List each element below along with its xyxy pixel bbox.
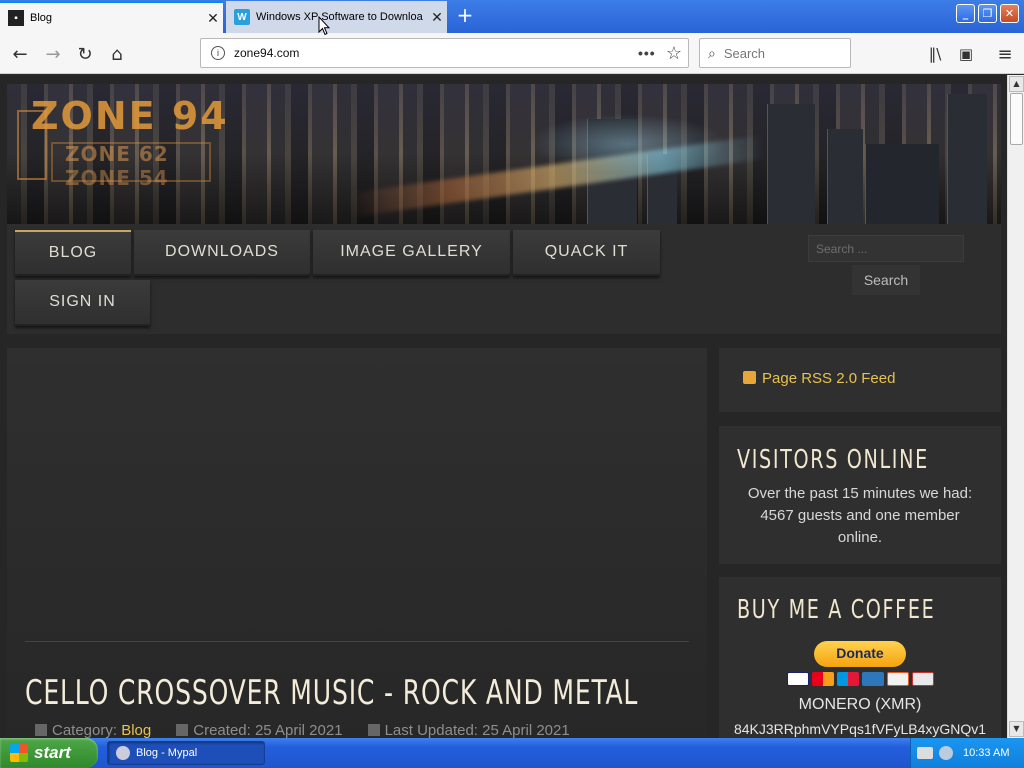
close-tab-icon[interactable]: ✕ — [427, 9, 447, 26]
nav-item-image-gallery[interactable]: IMAGE GALLERY — [313, 230, 510, 276]
tab-strip: ▪ Blog ✕ W Windows XP Software to Downlo… — [0, 0, 1024, 33]
logo-main-text: ZONE 94 — [31, 94, 229, 138]
category-label: Category: — [52, 722, 118, 738]
coffee-widget: BUY ME A COFFEE Donate MONERO (XMR) 84KJ… — [719, 577, 1001, 738]
start-button[interactable]: start — [0, 738, 98, 768]
divider — [25, 641, 689, 642]
widget-heading: VISITORS ONLINE — [737, 445, 929, 475]
w-favicon-icon: W — [234, 9, 250, 25]
address-bar[interactable]: i zone94.com ••• ☆ — [200, 38, 689, 68]
calendar-icon — [367, 724, 380, 736]
menu-icon[interactable]: ≡ — [992, 41, 1018, 67]
maestro-icon — [837, 672, 859, 686]
category-link[interactable]: Blog — [121, 722, 151, 738]
calendar-icon — [176, 724, 189, 736]
folder-icon — [35, 724, 47, 736]
start-label: start — [34, 743, 71, 762]
visitors-text: Over the past 15 minutes we had: 4567 gu… — [747, 485, 973, 546]
mypal-icon — [116, 746, 130, 760]
crypto-label: MONERO (XMR) — [798, 696, 922, 713]
visitors-widget: VISITORS ONLINE Over the past 15 minutes… — [719, 426, 1001, 564]
article-meta: Category: Blog Created: 25 April 2021 La… — [35, 722, 570, 738]
tab-title: Windows XP Software to Downloa — [256, 11, 423, 23]
taskbar-item-label: Blog - Mypal — [136, 747, 198, 759]
home-icon[interactable]: ⌂ — [104, 41, 130, 67]
nav-item-sign-in[interactable]: SIGN IN — [15, 280, 150, 326]
back-icon[interactable]: ← — [7, 41, 33, 67]
article-title[interactable]: CELLO CROSSOVER MUSIC - ROCK AND METAL — [25, 673, 638, 713]
visa-icon — [787, 672, 809, 686]
mouse-cursor-icon — [318, 16, 330, 36]
library-icon[interactable]: ‖\ — [922, 41, 948, 67]
windows-flag-icon — [10, 744, 28, 762]
scroll-down-icon[interactable]: ▼ — [1009, 721, 1024, 737]
network-icon[interactable] — [917, 747, 933, 759]
nav-item-quack-it[interactable]: QUACK IT — [513, 230, 660, 276]
volume-icon[interactable] — [939, 746, 953, 760]
payment-cards — [787, 672, 934, 686]
nav-item-blog[interactable]: BLOG — [15, 230, 131, 276]
page-viewport: ZONE 94 ZONE 62 ZONE 54 BLOG DOWNLOADS I… — [0, 75, 1007, 738]
logo-sub-text: ZONE 62 — [65, 142, 169, 166]
rss-icon — [743, 371, 756, 384]
search-icon: ⌕ — [708, 44, 716, 61]
reload-icon[interactable]: ↻ — [72, 41, 98, 67]
site-logo[interactable]: ZONE 94 ZONE 62 ZONE 54 — [17, 90, 257, 190]
search-placeholder: Search — [723, 45, 766, 61]
scroll-thumb[interactable] — [1010, 93, 1023, 145]
close-window-button[interactable]: ✕ — [1000, 4, 1019, 23]
site-banner: ZONE 94 ZONE 62 ZONE 54 — [7, 84, 1001, 224]
rss-widget: Page RSS 2.0 Feed — [719, 348, 1001, 412]
forward-icon[interactable]: → — [40, 41, 66, 67]
crypto-address[interactable]: 84KJ3RRphmVYPqs1fVFyLB4xyGNQv1 — [719, 721, 1001, 737]
logo-sub-text: ZONE 54 — [65, 166, 169, 190]
mastercard-icon — [812, 672, 834, 686]
bookmark-star-icon[interactable]: ☆ — [660, 43, 688, 64]
tab-windows-xp-software[interactable]: W Windows XP Software to Downloa ✕ — [226, 1, 447, 33]
rss-label: Page RSS 2.0 Feed — [762, 370, 896, 387]
widget-heading: BUY ME A COFFEE — [737, 595, 936, 625]
new-tab-button[interactable]: + — [454, 4, 476, 28]
tab-blog[interactable]: ▪ Blog ✕ — [0, 1, 223, 33]
site-search-input[interactable]: Search ... — [808, 235, 964, 262]
created-date: Created: 25 April 2021 — [193, 722, 343, 738]
sidebar-icon[interactable]: ▣ — [953, 41, 979, 67]
system-tray: 10:33 AM — [910, 738, 1024, 768]
amex-icon — [862, 672, 884, 686]
taskbar-item-blog[interactable]: Blog - Mypal — [107, 741, 265, 765]
windows-taskbar: start Blog - Mypal 10:33 AM — [0, 738, 1024, 768]
updated-date: Last Updated: 25 April 2021 — [384, 722, 570, 738]
donate-button[interactable]: Donate — [814, 641, 906, 667]
navigation-toolbar: ← → ↻ ⌂ i zone94.com ••• ☆ ⌕ Search ‖\ ▣… — [0, 33, 1024, 74]
rss-link[interactable]: Page RSS 2.0 Feed — [743, 370, 895, 387]
blog-favicon-icon: ▪ — [8, 10, 24, 26]
tab-title: Blog — [30, 12, 53, 24]
browser-search-input[interactable]: ⌕ Search — [699, 38, 851, 68]
close-tab-icon[interactable]: ✕ — [203, 10, 223, 27]
site-navigation: BLOG DOWNLOADS IMAGE GALLERY QUACK IT SI… — [7, 224, 1001, 334]
vertical-scrollbar[interactable]: ▲ ▼ — [1007, 75, 1024, 738]
address-text[interactable]: zone94.com — [234, 46, 638, 60]
bank-card-icon — [912, 672, 934, 686]
site-info-icon[interactable]: i — [211, 46, 225, 60]
clock[interactable]: 10:33 AM — [963, 747, 1009, 759]
maximize-button[interactable]: ❐ — [978, 4, 997, 23]
scroll-up-icon[interactable]: ▲ — [1009, 76, 1024, 92]
page-actions-icon[interactable]: ••• — [638, 45, 660, 61]
article-panel: CELLO CROSSOVER MUSIC - ROCK AND METAL C… — [7, 348, 707, 738]
discover-icon — [887, 672, 909, 686]
site-search-button[interactable]: Search — [852, 265, 920, 295]
minimize-button[interactable]: _ — [956, 4, 975, 23]
nav-item-downloads[interactable]: DOWNLOADS — [134, 230, 310, 276]
